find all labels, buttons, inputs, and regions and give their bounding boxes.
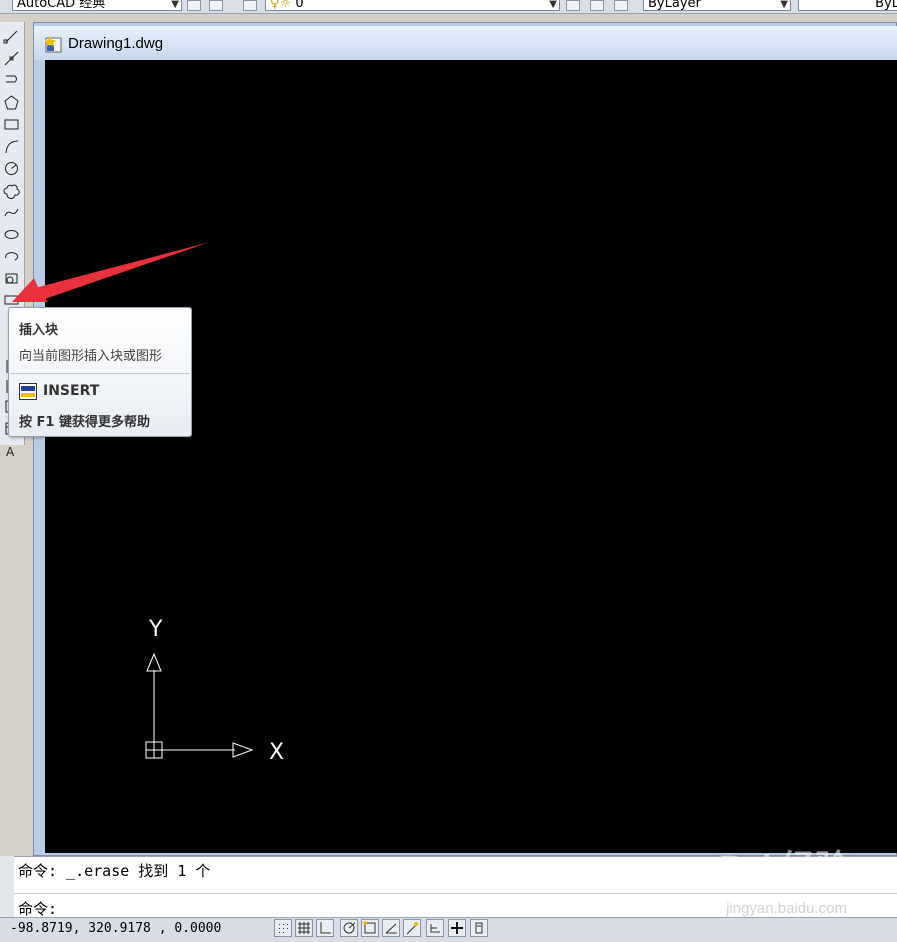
baidu-watermark-url: jingyan.baidu.com: [726, 900, 847, 917]
ucs-y-label: Y: [148, 617, 163, 642]
multiline-text-icon[interactable]: A: [3, 442, 20, 459]
command-window-grip[interactable]: [0, 856, 14, 917]
drawing-canvas[interactable]: Y X: [45, 60, 897, 853]
object-snap-tracking-icon[interactable]: [403, 919, 421, 937]
dynamic-ucs-icon[interactable]: [426, 919, 444, 937]
polygon-icon[interactable]: [3, 94, 20, 111]
ortho-mode-icon[interactable]: [316, 919, 334, 937]
line-icon[interactable]: [3, 28, 20, 45]
grid-display-icon[interactable]: [295, 919, 313, 937]
command-divider: [14, 893, 897, 894]
lineweight-icon[interactable]: [470, 919, 488, 937]
command-history: 命令: _.erase 找到 1 个: [18, 862, 211, 880]
baidu-watermark: Bai 经验: [718, 849, 849, 887]
workspace-value: AutoCAD 经典: [17, 0, 106, 11]
drawing-title: Drawing1.dwg: [68, 35, 164, 52]
polyline-icon[interactable]: [3, 72, 20, 89]
layer-match-icon[interactable]: [590, 0, 604, 11]
circle-icon[interactable]: [3, 160, 20, 177]
workspace-dropdown[interactable]: AutoCAD 经典 ▼: [12, 0, 182, 11]
layer-previous-icon[interactable]: [566, 0, 580, 11]
layer-value: 0: [295, 0, 304, 11]
linetype-value: ByLa: [875, 0, 897, 11]
workspace-tool-icon[interactable]: [209, 0, 223, 11]
rectangle-icon[interactable]: [3, 116, 20, 133]
color-value: ByLayer: [648, 0, 701, 11]
tooltip-description: 向当前图形插入块或图形: [19, 349, 163, 364]
chevron-down-icon: ▼: [171, 0, 179, 10]
object-snap-icon[interactable]: [361, 919, 379, 937]
construction-line-icon[interactable]: [3, 50, 20, 67]
dynamic-input-icon[interactable]: [448, 919, 466, 937]
tooltip-command: INSERT: [43, 383, 100, 399]
layer-dropdown[interactable]: ♀☼ 0 ▼: [265, 0, 560, 11]
command-icon: [19, 383, 37, 400]
tooltip-title: 插入块: [19, 323, 59, 338]
spline-icon[interactable]: [3, 204, 20, 221]
layer-isolate-icon[interactable]: [614, 0, 628, 11]
top-toolbar: AutoCAD 经典 ▼ ♀☼ 0 ▼ ByLayer ▼ ByLa: [0, 0, 897, 14]
color-dropdown[interactable]: ByLayer ▼: [643, 0, 791, 11]
command-prompt[interactable]: 命令:: [18, 898, 57, 919]
linetype-dropdown[interactable]: ByLa: [798, 0, 897, 11]
dwg-file-icon: [44, 35, 63, 53]
3d-object-snap-icon[interactable]: [382, 919, 400, 937]
coordinate-readout[interactable]: -98.8719, 320.9178 , 0.0000: [10, 921, 221, 936]
ucs-x-label: X: [269, 740, 284, 765]
chevron-down-icon: ▼: [549, 0, 557, 10]
svg-text:A: A: [6, 445, 15, 459]
polar-tracking-icon[interactable]: [340, 919, 358, 937]
layer-manager-icon[interactable]: [243, 0, 257, 11]
revision-cloud-icon[interactable]: [3, 182, 20, 199]
ucs-icon: [145, 652, 254, 759]
insert-block-tooltip: 插入块 向当前图形插入块或图形 INSERT 按 F1 键获得更多帮助: [8, 307, 192, 437]
tooltip-help: 按 F1 键获得更多帮助: [19, 415, 150, 430]
workspace-settings-icon[interactable]: [187, 0, 201, 11]
tooltip-divider: [10, 373, 190, 374]
bulb-icon: ♀☼: [270, 0, 292, 11]
arc-icon[interactable]: [3, 138, 20, 155]
chevron-down-icon: ▼: [780, 0, 788, 10]
drawing-title-bar: Drawing1.dwg: [34, 26, 897, 60]
snap-mode-icon[interactable]: [274, 919, 292, 937]
